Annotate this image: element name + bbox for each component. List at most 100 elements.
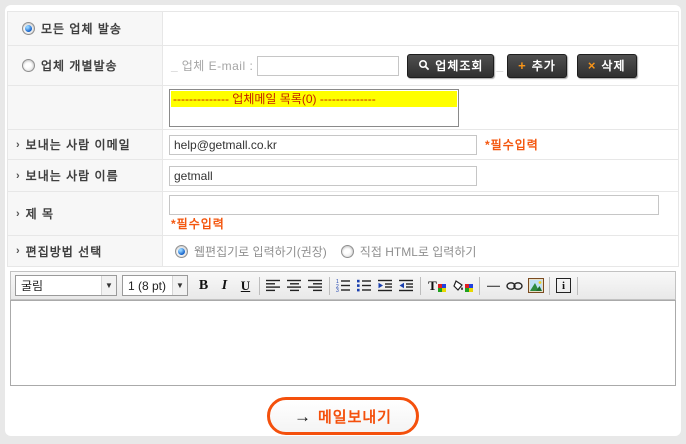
- search-icon: [418, 59, 430, 73]
- italic-icon: I: [222, 278, 227, 294]
- link-icon: [506, 281, 523, 291]
- bold-icon: B: [199, 278, 208, 294]
- company-lookup-label: 업체조회: [435, 57, 483, 74]
- align-left-button[interactable]: [263, 275, 284, 297]
- web-editor-radio[interactable]: [175, 245, 188, 258]
- toolbar-divider: [577, 277, 578, 295]
- html-radio[interactable]: [341, 245, 354, 258]
- sender-name-label: 보내는 사람 이름: [26, 167, 119, 184]
- fill-color-icon: [453, 280, 473, 292]
- row-subject: › 제 목 *필수입력: [8, 192, 678, 236]
- send-mail-label: 메일보내기: [318, 406, 392, 427]
- delete-button-label: 삭제: [601, 57, 625, 74]
- company-lookup-button[interactable]: 업체조회: [407, 54, 494, 78]
- row-mail-list: -------------- 업체메일 목록(0) --------------: [8, 86, 678, 130]
- web-editor-option[interactable]: 웹편집기로 입력하기(권장): [175, 243, 327, 260]
- image-icon: [528, 278, 544, 293]
- company-email-input[interactable]: [257, 56, 399, 76]
- individual-send-label: 업체 개별발송: [41, 57, 118, 74]
- individual-send-content: _ 업체 E-mail : 업체조회 _ + 추가 × 삭제: [163, 46, 678, 85]
- mail-list-content: -------------- 업체메일 목록(0) --------------: [163, 86, 678, 129]
- sender-email-label-cell: › 보내는 사람 이메일: [8, 130, 163, 159]
- mail-list-label-cell: [8, 86, 163, 129]
- align-center-button[interactable]: [284, 275, 305, 297]
- align-center-icon: [287, 279, 302, 292]
- x-icon: ×: [588, 59, 597, 72]
- individual-send-option[interactable]: 업체 개별발송: [8, 46, 163, 85]
- font-family-select[interactable]: 굴림 ▼: [15, 275, 117, 296]
- link-button[interactable]: [504, 275, 525, 297]
- arrow-bullet-icon: ›: [16, 245, 21, 257]
- editor-body[interactable]: [10, 300, 676, 386]
- all-send-radio[interactable]: [22, 22, 35, 35]
- individual-send-radio[interactable]: [22, 59, 35, 72]
- sender-email-input[interactable]: [169, 135, 477, 155]
- sender-email-label: 보내는 사람 이메일: [26, 136, 131, 153]
- chevron-down-icon: ▼: [101, 276, 116, 295]
- arrow-right-icon: →: [294, 408, 311, 425]
- font-size-select[interactable]: 1 (8 pt) ▼: [122, 275, 188, 296]
- horizontal-rule-icon: —: [487, 278, 500, 293]
- align-right-button[interactable]: [305, 275, 326, 297]
- toolbar-divider: [259, 277, 260, 295]
- sender-name-input[interactable]: [169, 166, 477, 186]
- subject-label-cell: › 제 목: [8, 192, 163, 235]
- sender-name-label-cell: › 보내는 사람 이름: [8, 160, 163, 191]
- bullet-list-button[interactable]: [354, 275, 375, 297]
- subject-input[interactable]: [169, 195, 659, 215]
- ordered-list-button[interactable]: 123: [333, 275, 354, 297]
- company-email-label: 업체 E-mail :: [182, 57, 254, 74]
- add-button-label: 추가: [532, 57, 556, 74]
- info-button[interactable]: i: [553, 275, 574, 297]
- info-icon: i: [556, 278, 571, 293]
- all-send-label: 모든 업체 발송: [41, 20, 122, 37]
- subject-content: *필수입력: [163, 192, 678, 235]
- arrow-bullet-icon: ›: [16, 139, 21, 151]
- bold-button[interactable]: B: [193, 275, 214, 297]
- toolbar-divider: [549, 277, 550, 295]
- italic-button[interactable]: I: [214, 275, 235, 297]
- required-note: *필수입력: [485, 136, 539, 153]
- edit-method-content: 웹편집기로 입력하기(권장) 직접 HTML로 입력하기: [163, 236, 678, 266]
- insert-image-button[interactable]: [525, 275, 546, 297]
- underline-button[interactable]: U: [235, 275, 256, 297]
- ordered-list-icon: 123: [336, 279, 351, 292]
- company-mail-listbox[interactable]: -------------- 업체메일 목록(0) --------------: [169, 89, 459, 127]
- text-color-icon: T: [428, 279, 446, 292]
- row-sender-name: › 보내는 사람 이름: [8, 160, 678, 192]
- font-size-value: 1 (8 pt): [128, 279, 166, 293]
- arrow-bullet-icon: ›: [16, 170, 21, 182]
- fill-color-button[interactable]: [450, 275, 476, 297]
- mail-list-option[interactable]: -------------- 업체메일 목록(0) --------------: [171, 91, 457, 107]
- outdent-button[interactable]: [375, 275, 396, 297]
- editor-toolbar: 굴림 ▼ 1 (8 pt) ▼ B I U 123: [10, 271, 676, 300]
- outdent-icon: [378, 279, 393, 292]
- row-individual-send: 업체 개별발송 _ 업체 E-mail : 업체조회 _ + 추가: [8, 46, 678, 86]
- underline-icon: U: [241, 278, 250, 294]
- required-note: *필수입력: [171, 215, 225, 232]
- text-color-button[interactable]: T: [424, 275, 450, 297]
- align-right-icon: [308, 279, 323, 292]
- row-sender-email: › 보내는 사람 이메일 *필수입력: [8, 130, 678, 160]
- subject-label: 제 목: [26, 205, 54, 222]
- plus-icon: +: [518, 59, 527, 72]
- align-left-icon: [266, 279, 281, 292]
- chevron-down-icon: ▼: [172, 276, 187, 295]
- toolbar-divider: [479, 277, 480, 295]
- horizontal-rule-button[interactable]: —: [483, 275, 504, 297]
- edit-method-label: 편집방법 선택: [26, 243, 103, 260]
- indent-icon: [399, 279, 414, 292]
- all-send-option[interactable]: 모든 업체 발송: [8, 12, 163, 45]
- html-option[interactable]: 직접 HTML로 입력하기: [341, 243, 477, 260]
- sender-name-content: [163, 160, 678, 191]
- arrow-bullet-icon: ›: [16, 208, 21, 220]
- send-mail-button[interactable]: → 메일보내기: [267, 397, 419, 435]
- wysiwyg-editor: 굴림 ▼ 1 (8 pt) ▼ B I U 123: [10, 271, 676, 386]
- add-button[interactable]: + 추가: [507, 54, 567, 78]
- svg-text:3: 3: [336, 288, 339, 292]
- row-all-send: 모든 업체 발송: [8, 12, 678, 46]
- mail-form: 모든 업체 발송 업체 개별발송 _ 업체 E-mail : 업체조회: [7, 11, 679, 267]
- delete-button[interactable]: × 삭제: [577, 54, 637, 78]
- indent-button[interactable]: [396, 275, 417, 297]
- edit-method-label-cell: › 편집방법 선택: [8, 236, 163, 266]
